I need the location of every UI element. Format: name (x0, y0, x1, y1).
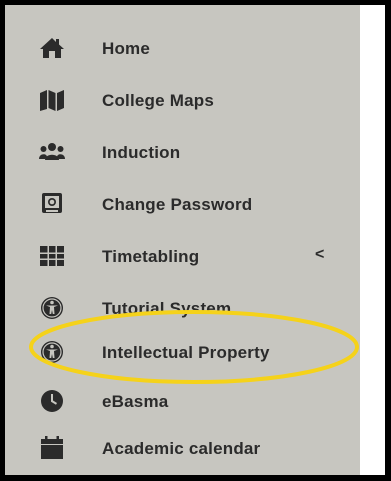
universal-access-icon (39, 296, 65, 320)
sidebar-item-label: Tutorial System (102, 299, 232, 318)
universal-access-icon (39, 340, 65, 364)
chevron-left-icon[interactable]: < (315, 246, 324, 264)
sidebar-item-label: eBasma (102, 392, 169, 411)
grid-icon (39, 244, 65, 268)
sidebar-item-label: Home (102, 39, 151, 58)
home-icon (39, 36, 65, 60)
sidebar-item-induction[interactable]: Induction (5, 132, 360, 172)
users-icon (39, 140, 65, 164)
clock-icon (39, 389, 65, 413)
map-icon (39, 88, 65, 112)
sidebar-item-label: Timetabling (102, 247, 200, 266)
id-card-icon (39, 192, 65, 216)
sidebar-item-academic-calendar[interactable]: Academic calendar (5, 428, 360, 468)
sidebar-item-tutorial-system[interactable]: Tutorial System (5, 288, 360, 328)
sidebar-item-intellectual-property[interactable]: Intellectual Property (5, 332, 360, 372)
sidebar-item-college-maps[interactable]: College Maps (5, 80, 360, 120)
sidebar-item-label: College Maps (102, 91, 214, 110)
sidebar-item-label: Induction (102, 143, 181, 162)
sidebar-item-home[interactable]: Home (5, 28, 360, 68)
sidebar-item-change-password[interactable]: Change Password (5, 184, 360, 224)
sidebar-item-label: Change Password (102, 195, 253, 214)
sidebar-item-timetabling[interactable]: Timetabling < (5, 236, 360, 276)
sidebar: Home College Maps Induction Change Passw… (5, 5, 360, 475)
sidebar-item-label: Intellectual Property (102, 343, 270, 362)
calendar-icon (39, 436, 65, 460)
sidebar-item-label: Academic calendar (102, 439, 261, 458)
sidebar-item-ebasma[interactable]: eBasma (5, 381, 360, 421)
